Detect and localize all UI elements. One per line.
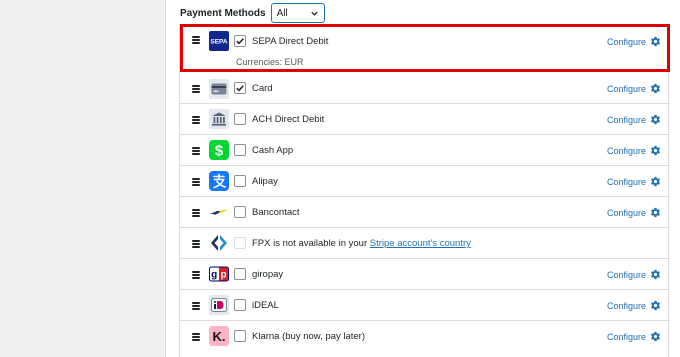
configure-label: Configure [606,145,646,156]
svg-text:p: p [220,270,226,281]
list-item-fpx: FPX is not available in your Stripe acco… [180,228,670,259]
giropay-icon: g p [209,264,229,284]
configure-label: Configure [606,300,646,311]
list-item-ideal: iDEAL Configure [180,290,670,321]
enable-checkbox[interactable] [234,299,246,311]
payment-methods-list: SEPA SEPA Direct Debit Currencies: EUR C… [179,24,670,357]
drag-handle-icon[interactable] [192,209,200,217]
cash-app-icon: $ [209,140,229,160]
gear-icon [651,114,660,125]
gear-icon [651,83,660,94]
list-item-alipay: Alipay Configure [180,166,670,197]
left-panel [0,0,166,357]
gear-icon [651,331,660,342]
method-name: Klarna (buy now, pay later) [252,331,366,342]
drag-handle-icon[interactable] [192,178,200,186]
method-name: Cash App [252,145,294,156]
configure-label: Configure [606,36,646,47]
list-item-card: Card Configure [180,73,670,104]
configure-button[interactable]: Configure [607,207,661,218]
method-name: Alipay [252,176,278,187]
gear-icon [651,176,660,187]
drag-handle-icon[interactable] [192,333,200,341]
method-name: giropay [252,269,284,280]
gear-icon [651,36,660,47]
enable-checkbox[interactable] [234,175,246,187]
configure-label: Configure [606,114,646,125]
payment-settings-panel: Payment Methods All SEPA SEPA Direct Deb… [167,0,680,357]
drag-handle-icon[interactable] [192,147,200,155]
list-item-bancontact: Bancontact Configure [180,197,670,228]
svg-text:SEPA: SEPA [210,39,228,46]
configure-button[interactable]: Configure [607,300,661,311]
method-currencies: Currencies: EUR [236,57,304,67]
drag-handle-icon[interactable] [192,85,200,93]
enable-checkbox[interactable] [234,268,246,280]
method-name: SEPA Direct Debit [252,36,329,47]
svg-text:$: $ [215,143,224,160]
filter-select[interactable]: All [270,3,325,23]
chevron-down-icon [310,11,318,16]
svg-text:K.: K. [213,329,226,344]
bank-icon [209,109,229,129]
gear-icon [651,300,660,311]
gear-icon [651,269,660,280]
stripe-account-country-link[interactable]: Stripe account's country [370,238,471,249]
sepa-icon: SEPA [209,31,229,51]
list-item-giropay: g p giropay Configure [180,259,670,290]
drag-handle-icon[interactable] [192,302,200,310]
filter-label: Payment Methods [180,7,266,19]
drag-handle-icon[interactable] [192,240,200,248]
bancontact-icon [209,202,229,222]
configure-label: Configure [606,176,646,187]
ideal-icon [209,295,229,315]
enable-checkbox[interactable] [234,113,246,125]
method-name: iDEAL [252,300,279,311]
fpx-unavailable-notice: FPX is not available in your Stripe acco… [252,238,471,249]
configure-button[interactable]: Configure [607,36,661,47]
list-item-cash-app: $ Cash App Configure [180,135,670,166]
method-name: Card [252,83,273,94]
list-item-klarna: K. Klarna (buy now, pay later) Configure [180,321,670,352]
enable-checkbox[interactable] [234,330,246,342]
filter-selected-value: All [276,7,288,19]
drag-handle-icon[interactable] [192,271,200,279]
enable-checkbox[interactable] [234,144,246,156]
checkmark-icon [236,85,244,92]
configure-button[interactable]: Configure [607,269,661,280]
gear-icon [651,145,660,156]
configure-button[interactable]: Configure [607,176,661,187]
configure-label: Configure [606,269,646,280]
configure-button[interactable]: Configure [607,83,661,94]
method-name: Bancontact [252,207,300,218]
alipay-icon [209,171,229,191]
svg-text:g: g [211,270,217,281]
disabled-checkbox [234,237,246,249]
method-name: ACH Direct Debit [252,114,325,125]
configure-button[interactable]: Configure [607,145,661,156]
drag-handle-icon[interactable] [192,116,200,124]
fpx-icon [209,233,229,253]
payment-methods-filter: Payment Methods All [180,3,325,23]
configure-label: Configure [606,83,646,94]
klarna-icon: K. [209,326,229,346]
enable-checkbox[interactable] [234,35,246,47]
drag-handle-icon[interactable] [192,36,200,44]
configure-label: Configure [606,207,646,218]
list-item-ach: ACH Direct Debit Configure [180,104,670,135]
gear-icon [651,207,660,218]
checkmark-icon [236,38,244,45]
enable-checkbox[interactable] [234,82,246,94]
card-icon [209,79,229,99]
configure-button[interactable]: Configure [607,331,661,342]
configure-button[interactable]: Configure [607,114,661,125]
enable-checkbox[interactable] [234,206,246,218]
configure-label: Configure [606,331,646,342]
list-item-sepa: SEPA SEPA Direct Debit Currencies: EUR C… [180,25,670,72]
